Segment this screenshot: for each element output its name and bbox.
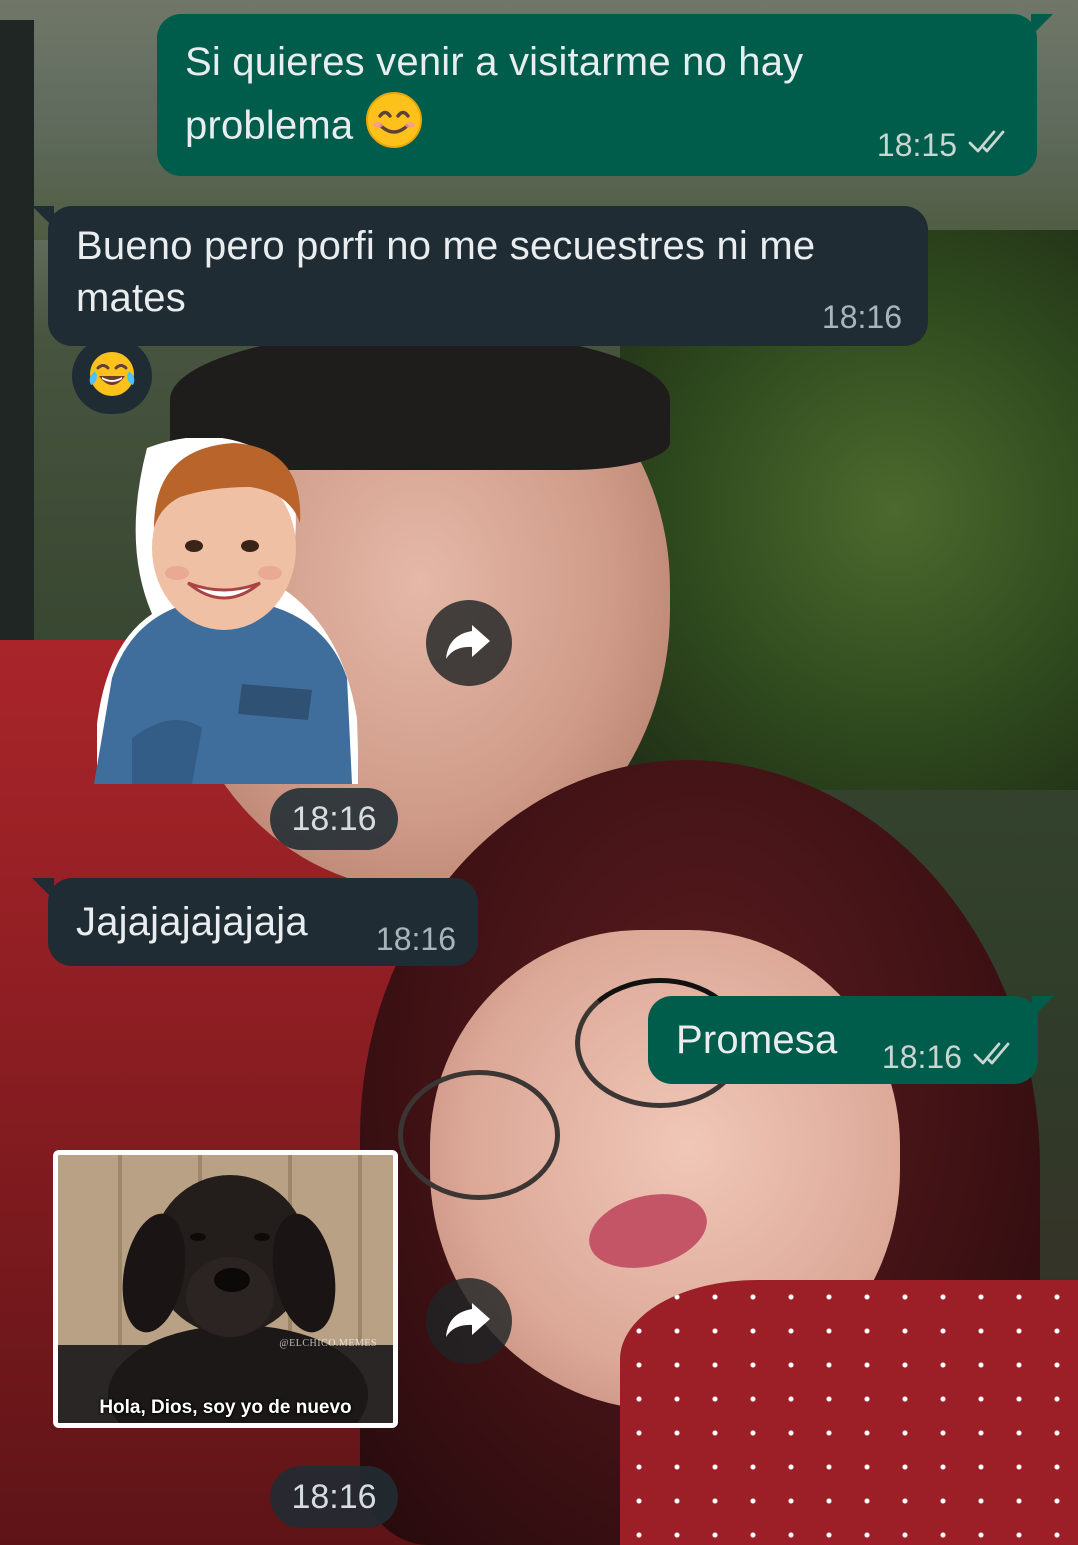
face-with-tears-of-joy-icon — [87, 349, 137, 404]
message-text-line: Bueno pero porfi no me secuestres ni me — [76, 224, 816, 268]
double-check-icon — [967, 127, 1011, 164]
message-meta: 18:16 — [822, 299, 902, 336]
message-reaction[interactable] — [72, 338, 152, 414]
forward-arrow-icon — [444, 621, 494, 666]
wallpaper-polka-dress — [620, 1280, 1078, 1545]
message-time: 18:16 — [291, 1477, 377, 1516]
wallpaper-glasses-left-lens — [398, 1070, 560, 1200]
forward-button[interactable] — [426, 600, 512, 686]
sticker-time-badge: 18:16 — [270, 788, 398, 850]
forward-button[interactable] — [426, 1278, 512, 1364]
message-text: Bueno pero porfi no me secuestres ni me … — [76, 220, 900, 324]
message-incoming[interactable]: Jajajajajajaja 18:16 — [32, 878, 478, 966]
message-time: 18:16 — [291, 799, 377, 838]
double-check-icon — [972, 1039, 1016, 1076]
message-time: 18:16 — [881, 1039, 962, 1075]
message-incoming[interactable]: Bueno pero porfi no me secuestres ni me … — [32, 206, 928, 346]
bubble-tail — [1032, 996, 1054, 1018]
forward-arrow-icon — [444, 1299, 494, 1344]
message-outgoing[interactable]: Si quieres venir a visitarme no hay prob… — [157, 14, 1053, 176]
message-meta: 18:16 — [882, 1039, 1016, 1076]
dog-meme-sticker[interactable]: @ELCHICO.MEMES Hola, Dios, soy yo de nue… — [53, 1150, 398, 1428]
message-outgoing[interactable]: Promesa 18:16 — [648, 996, 1054, 1084]
message-text-line: problema — [185, 103, 354, 148]
message-text-line: mates — [76, 276, 186, 320]
message-time: 18:16 — [821, 299, 902, 335]
sticker-time-badge: 18:16 — [270, 1466, 398, 1528]
meme-caption: Hola, Dios, soy yo de nuevo — [99, 1397, 352, 1418]
meme-watermark: @ELCHICO.MEMES — [279, 1338, 377, 1349]
bubble-tail — [32, 878, 54, 900]
message-text-line: Promesa — [676, 1018, 838, 1062]
message-time: 18:15 — [876, 127, 957, 163]
message-text-line: Jajajajajajaja — [76, 900, 308, 944]
smiling-boy-sticker[interactable] — [92, 436, 359, 784]
smiling-face-emoji-icon — [365, 91, 423, 165]
bubble-tail — [1031, 14, 1053, 36]
message-meta: 18:16 — [376, 921, 456, 958]
message-time: 18:16 — [375, 921, 456, 957]
wallpaper-lamp-post — [0, 20, 34, 670]
message-meta: 18:15 — [877, 127, 1011, 164]
bubble-tail — [32, 206, 54, 228]
message-text-line: Si quieres venir a visitarme no hay — [185, 40, 804, 84]
